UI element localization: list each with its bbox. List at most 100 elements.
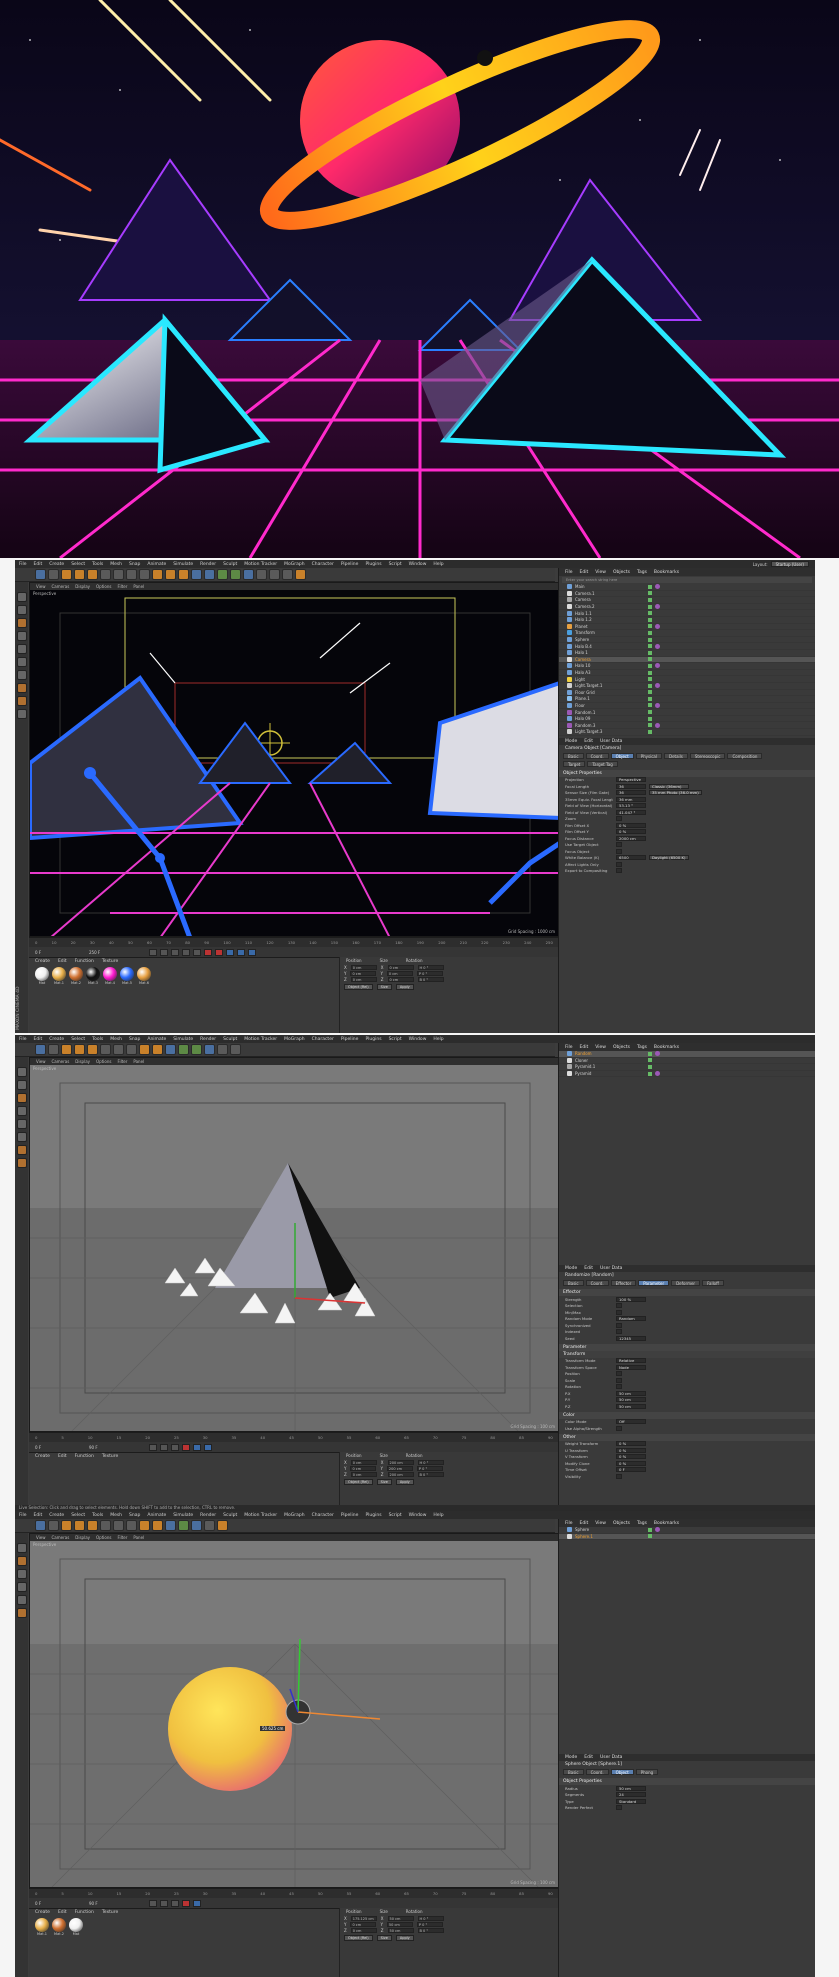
object-search-input[interactable]: Enter your search string here (562, 577, 812, 583)
go-end-icon[interactable] (193, 948, 201, 956)
undo-icon[interactable] (35, 1044, 46, 1055)
render-settings-icon[interactable] (152, 1044, 163, 1055)
tab-effector[interactable]: Effector (610, 1280, 637, 1286)
tag-icon[interactable] (655, 722, 660, 728)
object-name[interactable]: Planet (575, 624, 645, 629)
model-mode-icon[interactable] (16, 605, 27, 615)
position-field[interactable]: 175.125 cm (350, 1915, 377, 1921)
menu-item-file[interactable]: File (19, 562, 27, 567)
polygons-mode-icon[interactable] (16, 670, 27, 680)
rotation-field[interactable]: H 0 ° (417, 1915, 444, 1921)
property-value[interactable]: Off (616, 1419, 646, 1425)
rotation-field[interactable]: P 0 ° (416, 970, 443, 976)
tab-stereoscopic[interactable]: Stereoscopic (689, 752, 726, 759)
object-name[interactable]: Pyramid.1 (575, 1064, 645, 1069)
bend-icon[interactable] (204, 1044, 215, 1055)
menu-item-animate[interactable]: Animate (147, 1037, 166, 1042)
object-name[interactable]: Random.3 (575, 723, 645, 728)
attribute-menu-user-data[interactable]: User Data (600, 1755, 622, 1760)
points-mode-icon[interactable] (16, 1569, 27, 1579)
object-row[interactable]: Plane.1 (559, 696, 815, 703)
go-end-icon[interactable] (171, 1443, 179, 1451)
menu-item-create[interactable]: Create (49, 562, 64, 567)
bend-icon[interactable] (191, 1520, 202, 1531)
move-icon[interactable] (61, 569, 72, 580)
menu-item-simulate[interactable]: Simulate (173, 562, 193, 567)
viewport-3[interactable]: View Cameras Display Options Filter Panel Per… (29, 1533, 559, 1888)
move-icon[interactable] (61, 1044, 72, 1055)
object-row[interactable]: Transform (559, 630, 815, 637)
camera-icon[interactable] (269, 569, 280, 580)
bend-icon[interactable] (243, 569, 254, 580)
prev-key-icon[interactable] (160, 948, 168, 956)
object-menu-view[interactable]: View (595, 570, 606, 575)
property-value[interactable]: Random (616, 1316, 646, 1322)
menu-item-script[interactable]: Script (389, 562, 402, 567)
material-swatch[interactable]: Mat.2 (69, 967, 83, 985)
object-row[interactable]: Camera.2 (559, 604, 815, 611)
size-field[interactable]: 200 cm (386, 1465, 413, 1471)
menu-item-create[interactable]: Create (49, 1513, 64, 1518)
apply-button[interactable]: Apply (395, 1935, 414, 1941)
render-view-icon[interactable] (152, 569, 163, 580)
property-value[interactable]: 100 % (616, 1296, 646, 1302)
material-swatch[interactable]: Mat (35, 967, 49, 985)
property-value[interactable]: Node (616, 1364, 646, 1370)
object-name[interactable]: Floor Grid (575, 690, 645, 695)
visibility-check-icon[interactable] (648, 624, 652, 629)
live-selection-icon[interactable] (48, 1044, 59, 1055)
object-name[interactable]: Floor (575, 703, 645, 708)
object-menu-edit[interactable]: Edit (580, 570, 589, 575)
material-menu-texture[interactable]: Texture (102, 1454, 118, 1459)
object-row[interactable]: Halo 10 (559, 663, 815, 670)
scale-icon[interactable] (74, 1520, 85, 1531)
visibility-check-icon[interactable] (648, 670, 652, 675)
object-row[interactable]: Sphere.1 (559, 1533, 815, 1541)
render-settings-icon[interactable] (152, 1520, 163, 1531)
rotation-field[interactable]: B 0 ° (417, 976, 444, 982)
x-axis-icon[interactable] (100, 1044, 111, 1055)
object-menu-bookmarks[interactable]: Bookmarks (654, 1521, 679, 1526)
object-name[interactable]: Halo 09 (575, 716, 645, 721)
tab-coord-[interactable]: Coord. (585, 1769, 609, 1775)
menu-item-window[interactable]: Window (409, 562, 427, 567)
object-row[interactable]: Random (559, 1051, 815, 1058)
visibility-check-icon[interactable] (648, 1071, 652, 1076)
menu-item-motion-tracker[interactable]: Motion Tracker (244, 562, 277, 567)
object-name[interactable]: Camera (575, 597, 645, 602)
object-name[interactable]: Sphere (575, 637, 645, 642)
menu-item-window[interactable]: Window (409, 1037, 427, 1042)
coord-mode-select[interactable]: Object (Rel) (344, 1935, 373, 1941)
go-start-icon[interactable] (149, 948, 157, 956)
property-value[interactable]: 24 (616, 1792, 646, 1798)
cube-icon[interactable] (165, 1044, 176, 1055)
object-menu-tags[interactable]: Tags (637, 1045, 647, 1050)
camera-icon[interactable] (217, 1044, 228, 1055)
menu-item-script[interactable]: Script (389, 1037, 402, 1042)
material-menu-function[interactable]: Function (75, 1910, 94, 1915)
menu-item-character[interactable]: Character (312, 1513, 334, 1518)
tag-icon[interactable] (655, 643, 660, 649)
object-name[interactable]: Random (575, 1051, 645, 1056)
property-checkbox[interactable] (616, 1329, 622, 1335)
object-menu-bookmarks[interactable]: Bookmarks (654, 570, 679, 575)
subdivision-icon[interactable] (178, 1044, 189, 1055)
viewport-2[interactable]: View Cameras Display Options Filter Panel Per… (29, 1057, 559, 1432)
material-swatch[interactable]: Mat.1 (35, 1918, 49, 1936)
object-row[interactable]: Light.Target.3 (559, 729, 815, 736)
object-menu-bookmarks[interactable]: Bookmarks (654, 1045, 679, 1050)
enable-axis-icon[interactable] (16, 1145, 27, 1155)
camera-icon[interactable] (204, 1520, 215, 1531)
key-scale-icon[interactable] (237, 948, 245, 956)
property-preset[interactable]: 35 mm Photo (36.0 mm) (649, 790, 702, 796)
object-row[interactable]: Random.1 (559, 709, 815, 716)
visibility-check-icon[interactable] (648, 584, 652, 589)
end-frame[interactable]: 250 F (89, 950, 100, 955)
menu-item-mograph[interactable]: MoGraph (284, 562, 304, 567)
coord-mode-select[interactable]: Object (Rel) (344, 1479, 373, 1485)
menu-item-mograph[interactable]: MoGraph (284, 1513, 304, 1518)
position-field[interactable]: 0 cm (350, 1927, 377, 1933)
material-swatch[interactable]: Mat.6 (137, 967, 151, 985)
light-icon[interactable] (230, 1044, 241, 1055)
menu-item-sculpt[interactable]: Sculpt (223, 1513, 237, 1518)
